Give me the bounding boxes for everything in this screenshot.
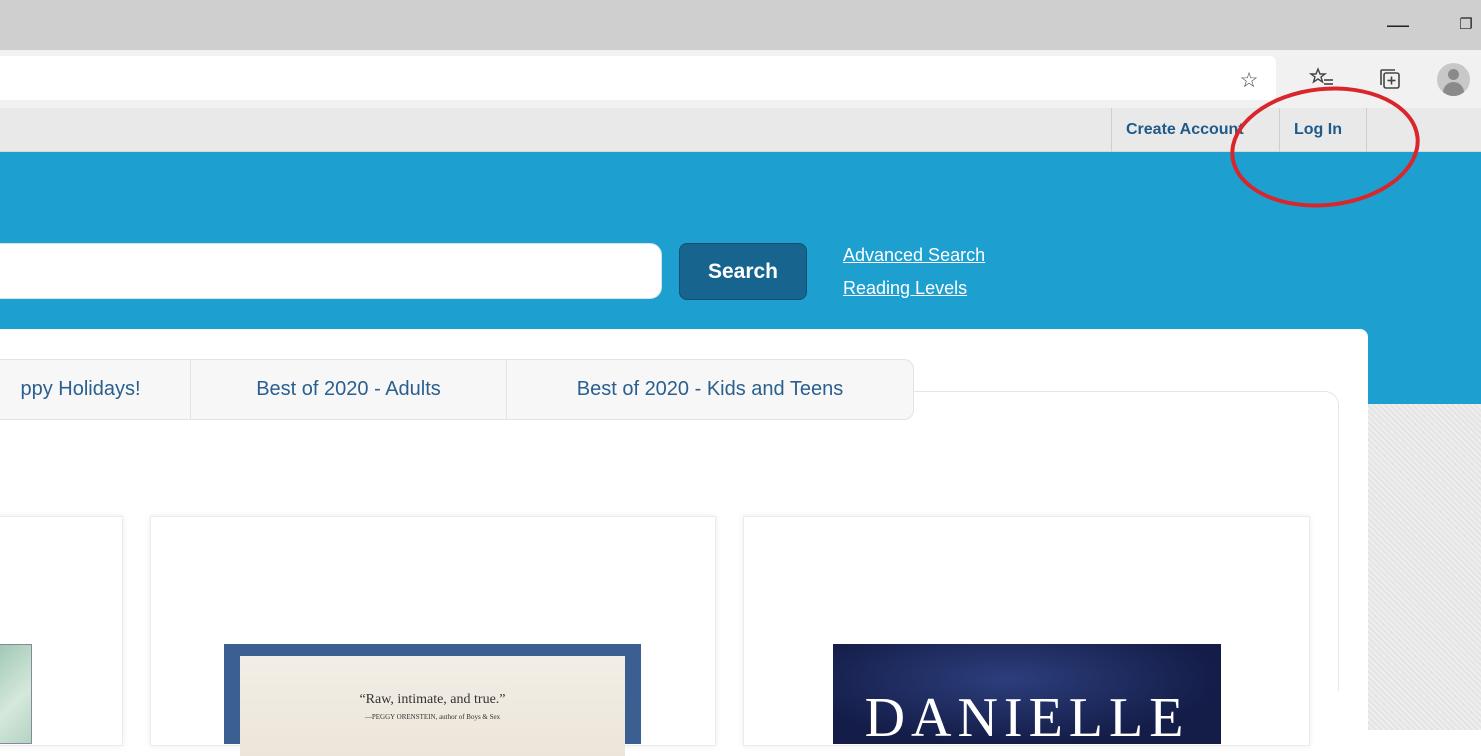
book-cover-image[interactable]: “Raw, intimate, and true.” —PEGGY ORENST… — [224, 644, 641, 756]
minimize-button[interactable]: — — [1378, 14, 1418, 36]
advanced-search-link[interactable]: Advanced Search — [843, 245, 985, 266]
book-cover-quote: “Raw, intimate, and true.” — [359, 692, 506, 707]
collections-icon-glyph — [1380, 69, 1400, 89]
reading-levels-link[interactable]: Reading Levels — [843, 278, 967, 299]
restore-button[interactable]: ❐ — [1452, 13, 1480, 37]
profile-avatar-icon[interactable] — [1437, 63, 1470, 96]
avatar-body — [1443, 82, 1464, 96]
search-input[interactable] — [0, 243, 662, 299]
collection-tabs: ppy Holidays! Best of 2020 - Adults Best… — [0, 359, 914, 420]
tab-happy-holidays[interactable]: ppy Holidays! — [0, 360, 190, 419]
search-button[interactable]: Search — [679, 243, 807, 300]
book-cover-quote-attribution: —PEGGY ORENSTEIN, author of Boys & Sex — [364, 713, 501, 721]
book-cover-image[interactable] — [0, 644, 32, 744]
browser-toolbar: ☆ — [0, 50, 1481, 108]
book-cover-title: DANIELLE — [864, 687, 1190, 744]
book-cover-inner: “Raw, intimate, and true.” —PEGGY ORENST… — [240, 656, 625, 756]
collections-icon[interactable] — [1375, 66, 1405, 96]
tab-best-2020-adults[interactable]: Best of 2020 - Adults — [191, 360, 506, 419]
book-cover-image[interactable]: DANIELLE — [833, 644, 1221, 744]
address-bar[interactable] — [0, 56, 1276, 100]
tab-best-2020-kids-teens[interactable]: Best of 2020 - Kids and Teens — [507, 360, 913, 419]
avatar-head — [1448, 69, 1459, 80]
star-outline-icon[interactable]: ☆ — [1234, 66, 1264, 96]
browser-titlebar: — ❐ — [0, 0, 1481, 50]
